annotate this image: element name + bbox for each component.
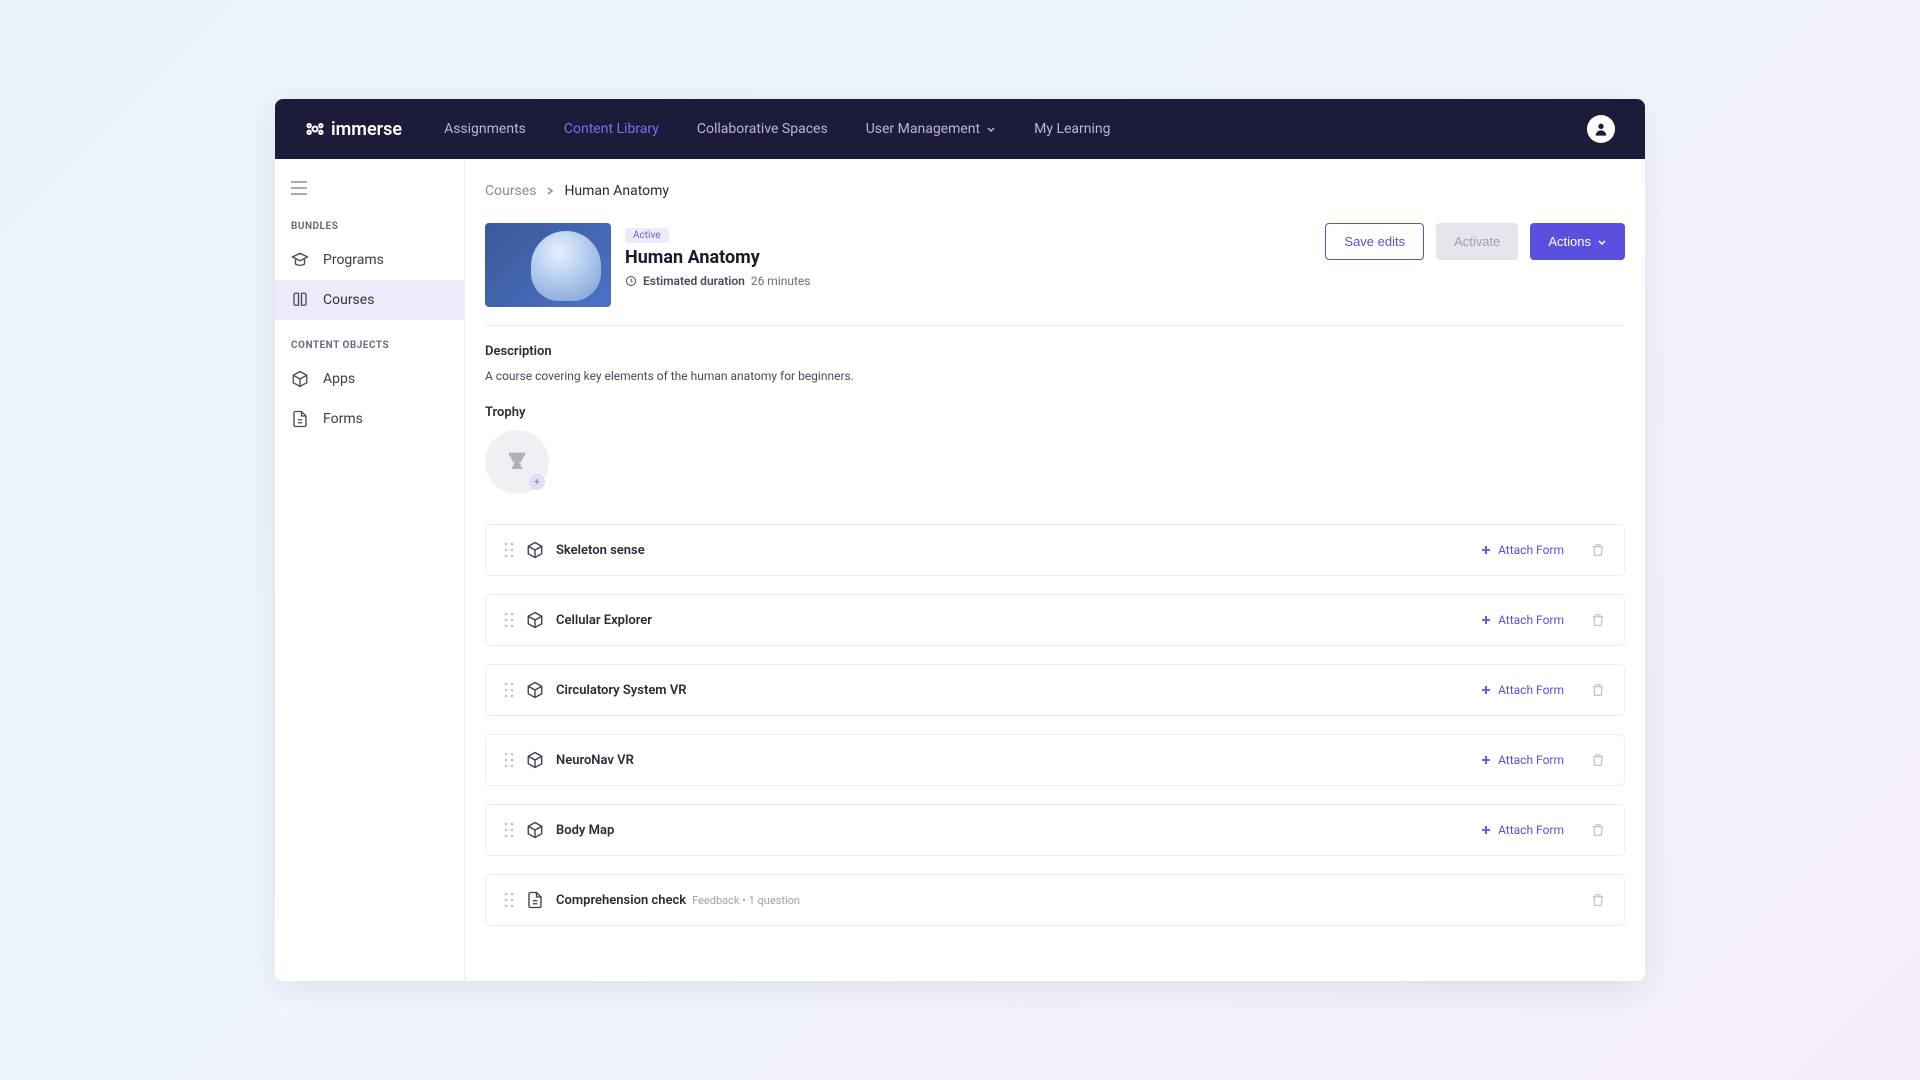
cube-icon (526, 821, 544, 839)
sidebar-item-label: Programs (323, 252, 384, 268)
app-window: immerse Assignments Content Library Coll… (275, 99, 1645, 981)
drag-handle-icon[interactable] (504, 892, 514, 908)
sidebar: BUNDLES Programs Courses CONTENT OBJECTS… (275, 159, 465, 981)
sidebar-heading-content-objects: CONTENT OBJECTS (275, 332, 464, 359)
breadcrumb-root[interactable]: Courses (485, 183, 536, 199)
course-header: Active Human Anatomy Estimated duration … (485, 223, 1625, 307)
attach-form-button[interactable]: Attach Form (1480, 753, 1564, 767)
brand-logo[interactable]: immerse (305, 119, 402, 140)
cube-icon (291, 370, 309, 388)
nav-user-management[interactable]: User Management (866, 121, 996, 137)
cube-icon (526, 541, 544, 559)
plus-icon (1480, 754, 1492, 766)
duration-value: 26 minutes (751, 274, 811, 288)
actions-button[interactable]: Actions (1530, 223, 1625, 260)
attach-form-button[interactable]: Attach Form (1480, 543, 1564, 557)
trophy-add-button[interactable]: + (485, 430, 549, 494)
delete-button[interactable] (1590, 612, 1606, 628)
chevron-down-icon (1597, 237, 1607, 247)
main-nav: Assignments Content Library Collaborativ… (444, 121, 1110, 137)
book-icon (291, 291, 309, 309)
plus-icon (1480, 684, 1492, 696)
description-text: A course covering key elements of the hu… (485, 369, 1625, 383)
drag-handle-icon[interactable] (504, 752, 514, 768)
content-row[interactable]: Circulatory System VR Attach Form (485, 664, 1625, 716)
graduation-icon (291, 251, 309, 269)
content-row[interactable]: NeuroNav VR Attach Form (485, 734, 1625, 786)
document-icon (291, 410, 309, 428)
plus-icon (1480, 824, 1492, 836)
delete-button[interactable] (1590, 892, 1606, 908)
delete-button[interactable] (1590, 752, 1606, 768)
delete-button[interactable] (1590, 682, 1606, 698)
chevron-right-icon (546, 187, 554, 195)
cube-icon (526, 611, 544, 629)
content-row-title: Cellular Explorer (556, 613, 652, 628)
sidebar-heading-bundles: BUNDLES (275, 213, 464, 240)
content-row[interactable]: Body Map Attach Form (485, 804, 1625, 856)
user-avatar-button[interactable] (1587, 115, 1615, 143)
nav-content-library[interactable]: Content Library (564, 121, 659, 137)
plus-icon: + (529, 474, 545, 490)
drag-handle-icon[interactable] (504, 822, 514, 838)
chevron-down-icon (986, 124, 996, 134)
cube-icon (526, 751, 544, 769)
duration-label: Estimated duration (643, 274, 745, 288)
content-list: Skeleton senseAttach FormCellular Explor… (485, 524, 1625, 926)
document-icon (526, 891, 544, 909)
sidebar-item-label: Forms (323, 411, 363, 427)
drag-handle-icon[interactable] (504, 612, 514, 628)
content-row-title: Comprehension checkFeedback • 1 question (556, 893, 800, 908)
sidebar-item-forms[interactable]: Forms (275, 399, 464, 439)
attach-form-button[interactable]: Attach Form (1480, 823, 1564, 837)
save-edits-button[interactable]: Save edits (1325, 223, 1424, 260)
drag-handle-icon[interactable] (504, 542, 514, 558)
content-row[interactable]: Skeleton sense Attach Form (485, 524, 1625, 576)
activate-button: Activate (1436, 223, 1518, 260)
breadcrumb: Courses Human Anatomy (485, 183, 1625, 199)
plus-icon (1480, 544, 1492, 556)
clock-icon (625, 275, 637, 287)
attach-form-button[interactable]: Attach Form (1480, 613, 1564, 627)
drag-handle-icon[interactable] (504, 682, 514, 698)
content-row-title: Body Map (556, 823, 614, 838)
status-badge: Active (625, 228, 669, 243)
trophy-icon (503, 448, 531, 476)
content-row-subtitle: Feedback • 1 question (692, 894, 800, 907)
topbar: immerse Assignments Content Library Coll… (275, 99, 1645, 159)
attach-form-button[interactable]: Attach Form (1480, 683, 1564, 697)
sidebar-toggle-button[interactable] (275, 181, 464, 213)
nav-collaborative-spaces[interactable]: Collaborative Spaces (697, 121, 828, 137)
course-thumbnail (485, 223, 611, 307)
content-row-title: Circulatory System VR (556, 683, 687, 698)
delete-button[interactable] (1590, 822, 1606, 838)
content-row[interactable]: Comprehension checkFeedback • 1 question (485, 874, 1625, 926)
plus-icon (1480, 614, 1492, 626)
sidebar-item-apps[interactable]: Apps (275, 359, 464, 399)
cube-icon (526, 681, 544, 699)
content-row-title: Skeleton sense (556, 543, 645, 558)
brand-name: immerse (331, 119, 402, 140)
logo-icon (305, 119, 325, 139)
sidebar-item-label: Courses (323, 292, 374, 308)
content-row-title: NeuroNav VR (556, 753, 634, 768)
breadcrumb-current: Human Anatomy (564, 183, 669, 199)
content-row[interactable]: Cellular Explorer Attach Form (485, 594, 1625, 646)
trophy-heading: Trophy (485, 405, 1625, 420)
description-heading: Description (485, 344, 1625, 359)
delete-button[interactable] (1590, 542, 1606, 558)
sidebar-item-programs[interactable]: Programs (275, 240, 464, 280)
sidebar-item-courses[interactable]: Courses (275, 280, 464, 320)
course-title: Human Anatomy (625, 247, 1311, 268)
main-content: Courses Human Anatomy Active Human Anato… (465, 159, 1645, 981)
nav-assignments[interactable]: Assignments (444, 121, 526, 137)
nav-my-learning[interactable]: My Learning (1034, 121, 1110, 137)
sidebar-item-label: Apps (323, 371, 355, 387)
